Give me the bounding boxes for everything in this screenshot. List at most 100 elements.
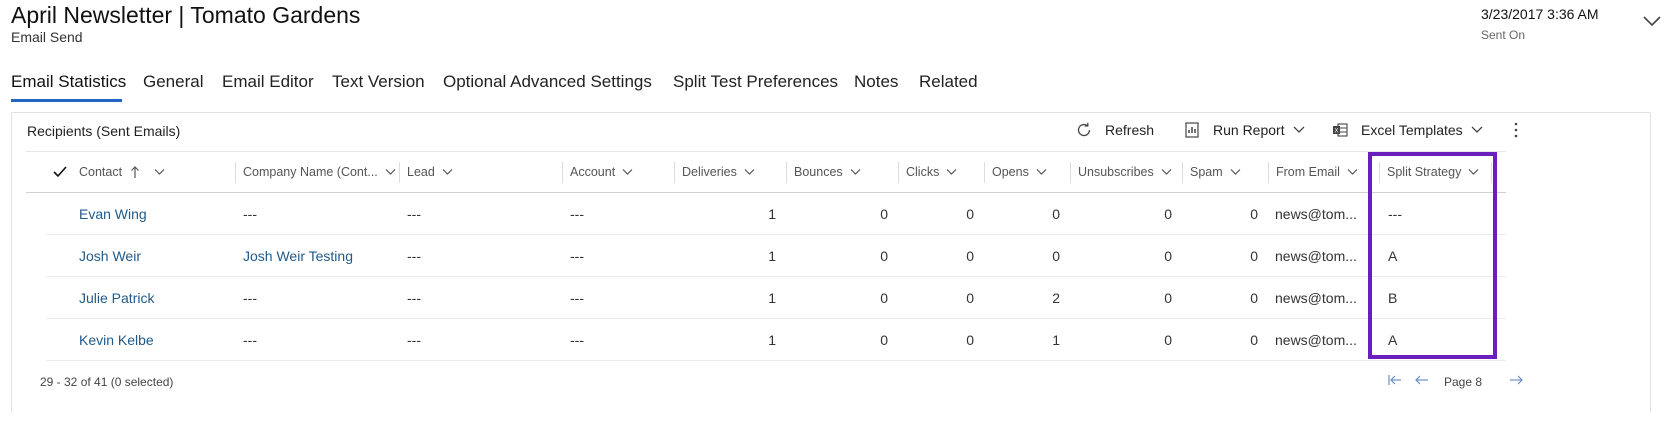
lead-cell: --- (407, 247, 421, 264)
chevron-down-icon (850, 169, 861, 175)
company-name-cell: --- (243, 205, 257, 222)
deliveries-cell: 1 (768, 289, 776, 306)
sent-on-label: Sent On (1481, 28, 1526, 42)
chevron-down-icon (1471, 126, 1483, 133)
unsubscribes-cell: 0 (1164, 289, 1172, 306)
column-header-label: Deliveries (682, 165, 737, 179)
bounces-cell: 0 (880, 205, 888, 222)
select-all-checkbox[interactable] (53, 152, 73, 192)
account-cell: --- (570, 205, 584, 222)
column-header-opens[interactable]: Opens (985, 152, 1071, 192)
split-strategy-cell: --- (1388, 205, 1402, 222)
tab-email-editor[interactable]: Email Editor (222, 72, 314, 92)
bounces-cell: 0 (880, 247, 888, 264)
column-header-label: Opens (992, 165, 1029, 179)
column-header-lead[interactable]: Lead (400, 152, 563, 192)
column-header-label: Account (570, 165, 616, 179)
chevron-down-icon (1230, 169, 1241, 175)
expand-header-chevron-icon[interactable] (1643, 14, 1661, 28)
contact-link[interactable]: Josh Weir (79, 235, 239, 276)
tab-split-test-preferences[interactable]: Split Test Preferences (673, 72, 838, 92)
column-header-label: Contact (79, 165, 123, 179)
deliveries-cell: 1 (768, 205, 776, 222)
opens-cell: 1 (1052, 331, 1060, 348)
opens-cell: 0 (1052, 205, 1060, 222)
contact-link[interactable]: Julie Patrick (79, 277, 239, 318)
active-tab-indicator (11, 99, 122, 102)
table-row[interactable]: Evan Wing --- --- --- 1 0 0 0 0 0 news@t… (46, 193, 1506, 235)
grid-header-row: Contact Company Name (Cont... Lead Accou… (26, 151, 1506, 193)
from-email-cell: news@tom... (1275, 331, 1357, 348)
lead-cell: --- (407, 289, 421, 306)
bounces-cell: 0 (880, 331, 888, 348)
lead-cell: --- (407, 205, 421, 222)
table-row[interactable]: Josh Weir Josh Weir Testing --- --- 1 0 … (46, 235, 1506, 277)
column-header-label: Spam (1190, 165, 1223, 179)
table-row[interactable]: Julie Patrick --- --- --- 1 0 0 2 0 0 ne… (46, 277, 1506, 319)
column-header-deliveries[interactable]: Deliveries (675, 152, 787, 192)
opens-cell: 2 (1052, 289, 1060, 306)
contact-link[interactable]: Evan Wing (79, 193, 239, 234)
column-header-label: Company Name (Cont... (243, 165, 378, 179)
column-header-clicks[interactable]: Clicks (899, 152, 985, 192)
column-header-account[interactable]: Account (563, 152, 675, 192)
tab-text-version[interactable]: Text Version (332, 72, 425, 92)
column-separator (1491, 162, 1492, 183)
clicks-cell: 0 (966, 331, 974, 348)
account-cell: --- (570, 331, 584, 348)
excel-icon: X (1333, 123, 1348, 137)
spam-cell: 0 (1250, 289, 1258, 306)
clicks-cell: 0 (966, 247, 974, 264)
chevron-down-icon (442, 169, 453, 175)
chevron-down-icon (946, 169, 957, 175)
column-header-from-email[interactable]: From Email (1269, 152, 1380, 192)
page-number: Page 8 (1444, 375, 1483, 389)
sent-on-field: 3/23/2017 3:36 AM Sent On (1481, 6, 1641, 42)
tab-optional-advanced-settings[interactable]: Optional Advanced Settings (443, 72, 652, 92)
company-name-cell: --- (243, 289, 257, 306)
refresh-button[interactable]: Refresh (1075, 119, 1154, 141)
column-header-company-name[interactable]: Company Name (Cont... (236, 152, 400, 192)
column-header-label: Split Strategy (1387, 165, 1462, 179)
checkmark-icon (53, 166, 67, 178)
chevron-down-icon (1161, 169, 1172, 175)
column-header-spam[interactable]: Spam (1183, 152, 1269, 192)
more-commands-icon[interactable] (1512, 121, 1520, 139)
unsubscribes-cell: 0 (1164, 247, 1172, 264)
column-header-contact[interactable]: Contact (72, 152, 236, 192)
column-header-bounces[interactable]: Bounces (787, 152, 899, 192)
from-email-cell: news@tom... (1275, 247, 1357, 264)
column-header-label: Unsubscribes (1078, 165, 1154, 179)
previous-page-icon[interactable] (1414, 373, 1430, 387)
first-page-icon[interactable] (1387, 373, 1403, 387)
from-email-cell: news@tom... (1275, 205, 1357, 222)
split-strategy-cell: A (1388, 331, 1398, 348)
spam-cell: 0 (1250, 205, 1258, 222)
record-header: April Newsletter | Tomato Gardens Email … (11, 0, 1661, 52)
tab-related[interactable]: Related (919, 72, 978, 92)
company-name-link[interactable]: Josh Weir Testing (243, 235, 403, 276)
tab-email-statistics[interactable]: Email Statistics (11, 72, 126, 92)
column-header-split-strategy[interactable]: Split Strategy (1380, 152, 1492, 192)
run-report-label: Run Report (1213, 122, 1285, 138)
run-report-button[interactable]: Run Report (1183, 119, 1305, 141)
contact-link[interactable]: Kevin Kelbe (79, 319, 239, 360)
from-email-cell: news@tom... (1275, 289, 1357, 306)
column-header-unsubscribes[interactable]: Unsubscribes (1071, 152, 1183, 192)
lead-cell: --- (407, 331, 421, 348)
chevron-down-icon (1347, 169, 1358, 175)
account-cell: --- (570, 289, 584, 306)
unsubscribes-cell: 0 (1164, 205, 1172, 222)
chevron-down-icon (385, 169, 396, 175)
sort-ascending-icon (131, 166, 140, 178)
next-page-icon[interactable] (1508, 373, 1524, 387)
refresh-label: Refresh (1105, 122, 1155, 138)
excel-templates-button[interactable]: X Excel Templates (1331, 119, 1483, 141)
chevron-down-icon (622, 169, 633, 175)
column-header-label: Lead (407, 165, 435, 179)
tab-notes[interactable]: Notes (854, 72, 898, 92)
table-row[interactable]: Kevin Kelbe --- --- --- 1 0 0 1 0 0 news… (46, 319, 1506, 361)
spam-cell: 0 (1250, 331, 1258, 348)
opens-cell: 0 (1052, 247, 1060, 264)
tab-general[interactable]: General (143, 72, 203, 92)
